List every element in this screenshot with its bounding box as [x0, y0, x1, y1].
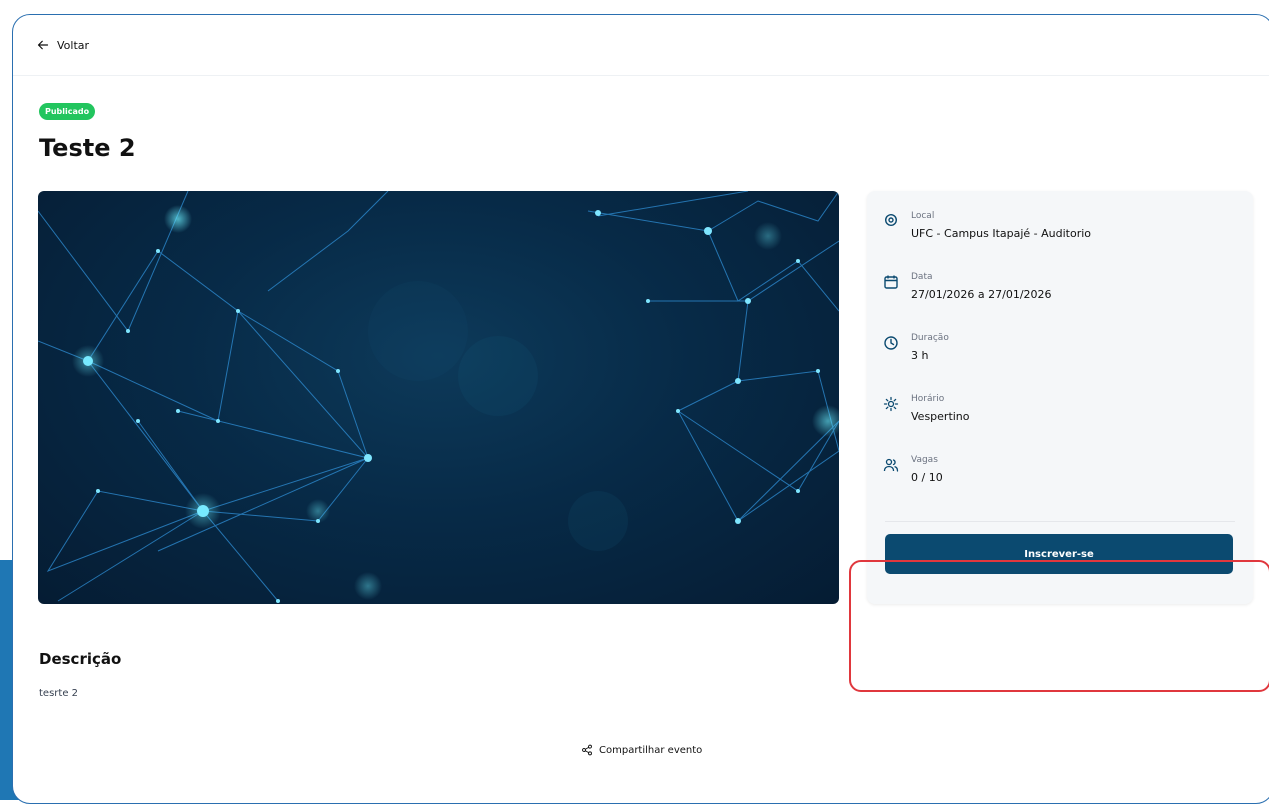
data-label: Data [911, 272, 933, 282]
horario-value: Vespertino [911, 410, 970, 423]
description-text: tesrte 2 [39, 688, 79, 699]
event-info-card: Local UFC - Campus Itapajé - Auditorio D… [867, 191, 1253, 604]
map-pin-icon [884, 213, 898, 227]
info-vagas: Vagas 0 / 10 [883, 455, 943, 484]
network-illustration [38, 191, 839, 603]
duracao-label: Duração [911, 333, 949, 343]
clock-icon [884, 336, 898, 350]
card-divider [885, 521, 1235, 522]
duracao-value: 3 h [911, 349, 929, 362]
info-horario: Horário Vespertino [883, 394, 970, 423]
vagas-label: Vagas [911, 455, 938, 465]
page-window: Voltar Publicado Teste 2 Local UFC - Cam… [12, 14, 1269, 804]
local-value: UFC - Campus Itapajé - Auditorio [911, 227, 1092, 240]
info-duracao: Duração 3 h [883, 333, 949, 362]
status-badge: Publicado [39, 103, 96, 120]
local-label: Local [911, 211, 935, 221]
data-value: 27/01/2026 a 27/01/2026 [911, 288, 1052, 301]
subscribe-button[interactable]: Inscrever-se [885, 534, 1233, 574]
page-title: Teste 2 [39, 134, 136, 162]
users-icon [883, 458, 899, 472]
share-label: Compartilhar evento [599, 744, 703, 756]
sun-icon [883, 396, 899, 412]
horario-label: Horário [911, 394, 945, 404]
back-label: Voltar [57, 38, 90, 52]
description-heading: Descrição [39, 650, 122, 668]
info-local: Local UFC - Campus Itapajé - Auditorio [883, 211, 1091, 240]
share-icon [582, 744, 592, 756]
share-event-button[interactable]: Compartilhar evento [581, 744, 702, 756]
calendar-icon [884, 275, 898, 289]
vagas-value: 0 / 10 [911, 471, 943, 484]
arrow-left-icon [37, 40, 49, 50]
top-bar: Voltar [13, 15, 1269, 76]
back-button[interactable]: Voltar [37, 39, 89, 52]
event-cover-image [38, 191, 839, 604]
info-data: Data 27/01/2026 a 27/01/2026 [883, 272, 1052, 301]
